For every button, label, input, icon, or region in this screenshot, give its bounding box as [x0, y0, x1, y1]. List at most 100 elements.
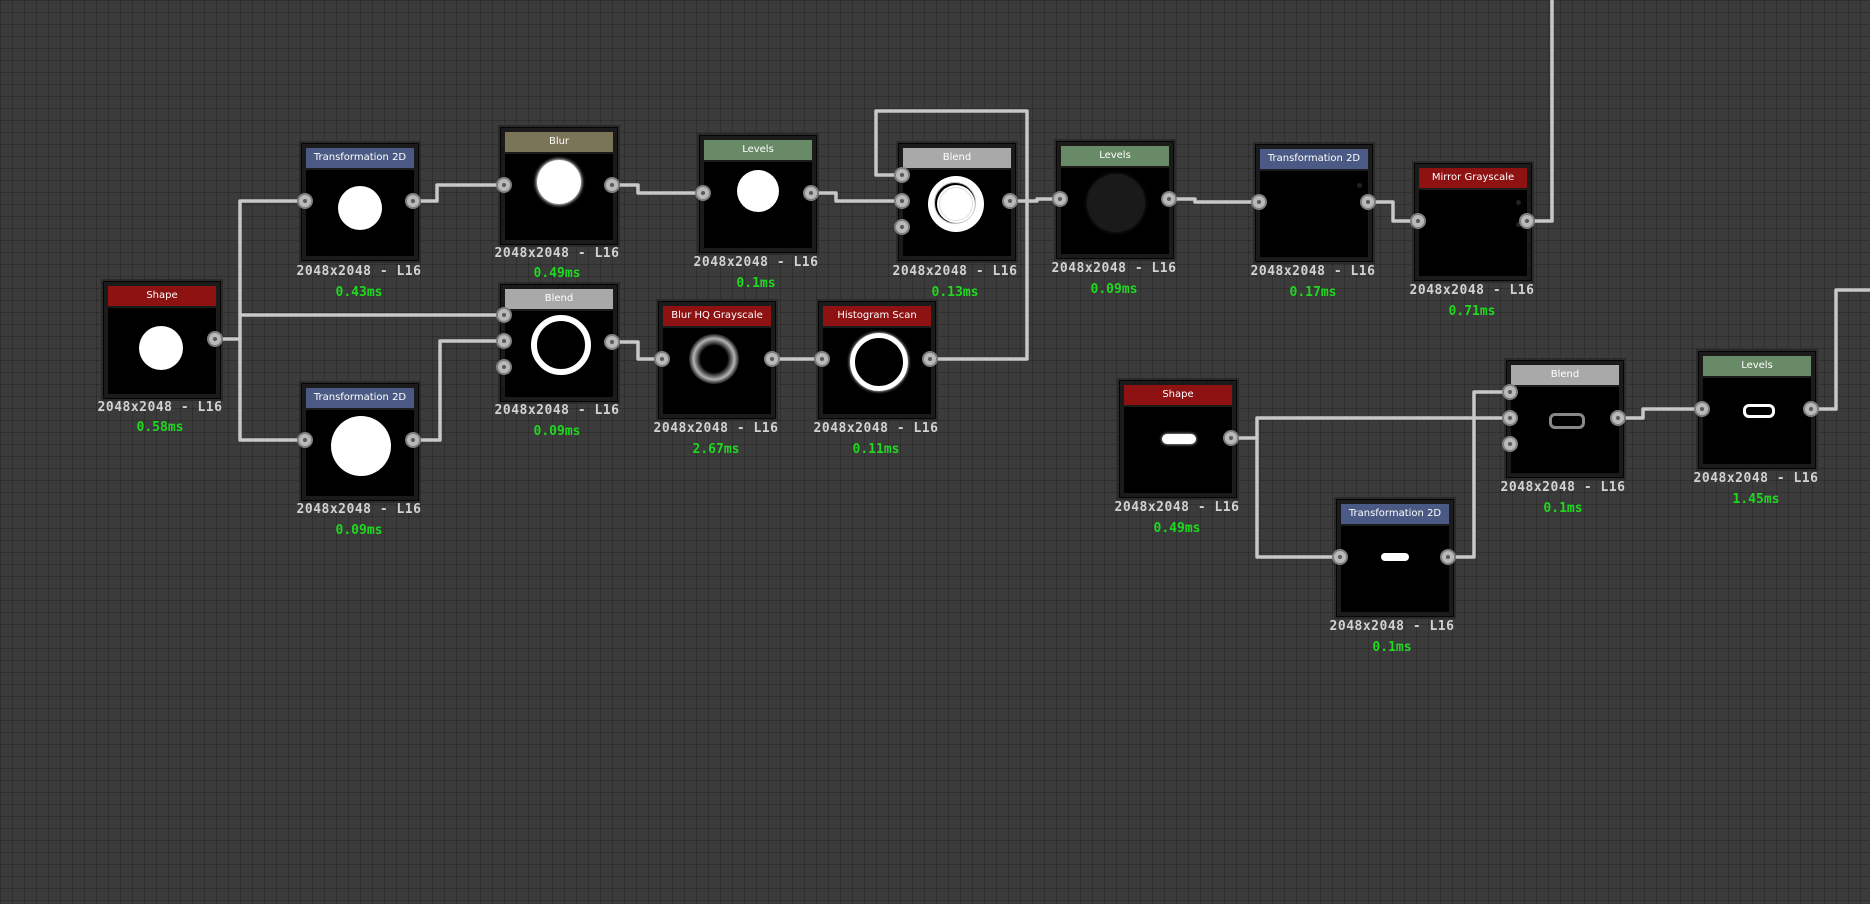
input-port[interactable]: [695, 185, 711, 201]
node-timing: 0.71ms: [1448, 304, 1496, 319]
node-resolution: 2048x2048 - L16: [1409, 283, 1535, 298]
input-port[interactable]: [297, 193, 313, 209]
node-levels[interactable]: Levels: [699, 135, 817, 253]
node-thumbnail: [704, 162, 812, 248]
node-mirror-grayscale[interactable]: Mirror Grayscale: [1414, 163, 1532, 281]
input-port[interactable]: [1410, 213, 1426, 229]
wire-transform-bottom-to-blend: [413, 339, 504, 442]
node-title: Blur: [505, 132, 613, 152]
node-resolution: 2048x2048 - L16: [653, 421, 779, 436]
node-transformation-2d[interactable]: Transformation 2D: [301, 383, 419, 501]
node-thumbnail: [306, 410, 414, 496]
node-thumbnail: [1341, 526, 1449, 612]
node-timing: 0.11ms: [852, 442, 900, 457]
output-port[interactable]: [1803, 401, 1819, 417]
node-resolution: 2048x2048 - L16: [97, 400, 223, 415]
wire-blur-to-levels: [612, 183, 703, 195]
output-port[interactable]: [1002, 193, 1018, 209]
input-port[interactable]: [654, 351, 670, 367]
input-port[interactable]: [1502, 410, 1518, 426]
node-thumbnail: [1703, 378, 1811, 464]
node-resolution: 2048x2048 - L16: [1114, 500, 1240, 515]
input-port[interactable]: [894, 219, 910, 235]
node-levels[interactable]: Levels: [1698, 351, 1816, 469]
wire-levels-to-transform: [1169, 197, 1259, 204]
output-port[interactable]: [1161, 191, 1177, 207]
node-title: Transformation 2D: [1260, 149, 1368, 169]
input-port[interactable]: [1332, 549, 1348, 565]
node-blend[interactable]: Blend: [898, 143, 1016, 261]
node-thumbnail: [903, 170, 1011, 256]
node-title: Blend: [1511, 365, 1619, 385]
node-timing: 0.09ms: [1090, 282, 1138, 297]
node-resolution: 2048x2048 - L16: [693, 255, 819, 270]
node-timing: 0.1ms: [1543, 501, 1583, 516]
node-blur[interactable]: Blur: [500, 127, 618, 245]
output-port[interactable]: [922, 351, 938, 367]
input-port[interactable]: [894, 167, 910, 183]
node-title: Transformation 2D: [306, 388, 414, 408]
input-port[interactable]: [496, 359, 512, 375]
output-port[interactable]: [1223, 430, 1239, 446]
output-port[interactable]: [1360, 194, 1376, 210]
node-blend[interactable]: Blend: [1506, 360, 1624, 478]
node-histogram-scan[interactable]: Histogram Scan: [818, 301, 936, 419]
node-thumbnail: [1260, 171, 1368, 257]
node-thumbnail: [663, 328, 771, 414]
node-title: Blend: [903, 148, 1011, 168]
wire-shape-to-transform-bottom: [238, 339, 305, 442]
node-shape[interactable]: Shape: [1119, 380, 1237, 498]
node-thumbnail: [505, 154, 613, 240]
output-port[interactable]: [764, 351, 780, 367]
node-transformation-2d[interactable]: Transformation 2D: [1255, 144, 1373, 262]
node-resolution: 2048x2048 - L16: [296, 264, 422, 279]
output-port[interactable]: [207, 331, 223, 347]
input-port[interactable]: [1251, 194, 1267, 210]
input-port[interactable]: [814, 351, 830, 367]
node-title: Levels: [1703, 356, 1811, 376]
output-port[interactable]: [604, 177, 620, 193]
output-port[interactable]: [604, 334, 620, 350]
node-title: Levels: [704, 140, 812, 160]
output-port[interactable]: [1440, 549, 1456, 565]
node-blend[interactable]: Blend: [500, 284, 618, 402]
output-port[interactable]: [1610, 410, 1626, 426]
node-resolution: 2048x2048 - L16: [494, 246, 620, 261]
output-port[interactable]: [405, 193, 421, 209]
input-port[interactable]: [297, 432, 313, 448]
node-resolution: 2048x2048 - L16: [1500, 480, 1626, 495]
node-thumbnail: [108, 308, 216, 394]
node-title: Blur HQ Grayscale: [663, 306, 771, 326]
input-port[interactable]: [496, 307, 512, 323]
input-port[interactable]: [496, 177, 512, 193]
input-port[interactable]: [1502, 436, 1518, 452]
node-timing: 1.45ms: [1732, 492, 1780, 507]
node-levels[interactable]: Levels: [1056, 141, 1174, 259]
node-timing: 0.1ms: [736, 276, 776, 291]
node-resolution: 2048x2048 - L16: [892, 264, 1018, 279]
output-port[interactable]: [405, 432, 421, 448]
node-shape[interactable]: Shape: [103, 281, 221, 399]
node-resolution: 2048x2048 - L16: [1329, 619, 1455, 634]
node-thumbnail: [306, 170, 414, 256]
node-timing: 0.49ms: [1153, 521, 1201, 536]
node-transformation-2d[interactable]: Transformation 2D: [301, 143, 419, 261]
output-port[interactable]: [1519, 213, 1535, 229]
node-timing: 2.67ms: [692, 442, 740, 457]
output-port[interactable]: [803, 185, 819, 201]
node-thumbnail: [1124, 407, 1232, 493]
node-blur-hq-grayscale[interactable]: Blur HQ Grayscale: [658, 301, 776, 419]
input-port[interactable]: [496, 333, 512, 349]
node-resolution: 2048x2048 - L16: [494, 403, 620, 418]
node-timing: 0.09ms: [335, 523, 383, 538]
node-thumbnail: [1061, 168, 1169, 254]
node-thumbnail: [1511, 387, 1619, 473]
node-title: Blend: [505, 289, 613, 309]
input-port[interactable]: [1694, 401, 1710, 417]
node-transformation-2d[interactable]: Transformation 2D: [1336, 499, 1454, 617]
input-port[interactable]: [894, 193, 910, 209]
wire-levels-to-blend: [811, 191, 902, 203]
input-port[interactable]: [1502, 384, 1518, 400]
node-thumbnail: [505, 311, 613, 397]
input-port[interactable]: [1052, 191, 1068, 207]
